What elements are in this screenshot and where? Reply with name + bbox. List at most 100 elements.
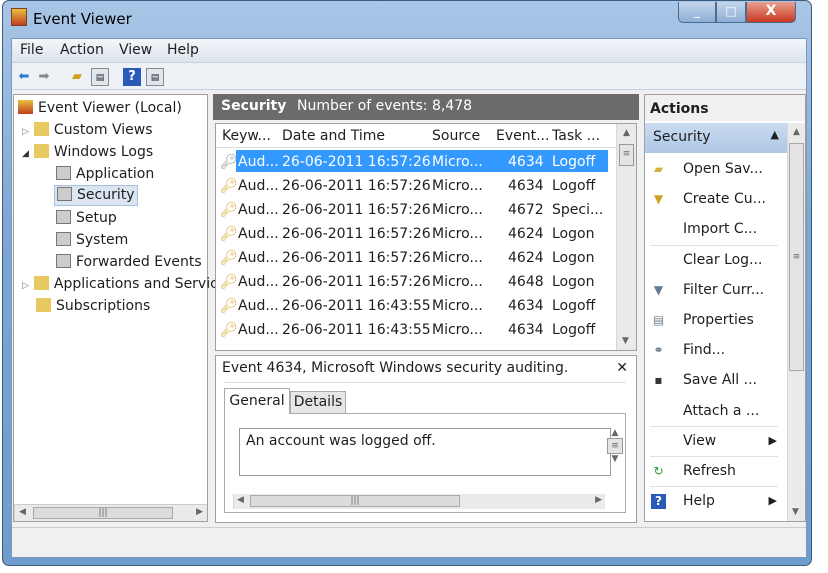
maximize-button[interactable]: □	[716, 2, 746, 23]
minimize-button[interactable]: _	[678, 2, 716, 23]
scroll-thumb[interactable]: ≡	[619, 144, 634, 166]
table-row[interactable]: 🔑︎ Aud... 26-06-2011 16:57:26 Micro... 46…	[216, 222, 606, 246]
tab-details[interactable]: Details	[290, 391, 346, 414]
close-detail-icon[interactable]: ✕	[616, 360, 628, 376]
key-icon: 🔑︎	[220, 274, 238, 290]
menu-help[interactable]: Help	[167, 42, 199, 58]
cell-event-id: 4624	[508, 226, 544, 242]
actions-scrollbar[interactable]: ▲ ≡ ▼	[787, 123, 805, 521]
folder-icon	[36, 298, 51, 312]
forward-arrow-icon[interactable]: ➡	[35, 68, 53, 86]
status-bar	[12, 527, 806, 557]
scroll-thumb[interactable]: |||	[250, 495, 460, 507]
general-tab-content: An account was logged off. ◀ ||| ▶ ▲ ≡ ▼	[224, 413, 626, 513]
action-create-cu[interactable]: ▼ Create Cu...	[645, 184, 785, 214]
table-row[interactable]: 🔑︎ Aud... 26-06-2011 16:57:26 Micro... 46…	[216, 174, 606, 198]
back-arrow-icon[interactable]: ⬅	[15, 68, 33, 86]
action-import-c[interactable]: Import C...	[645, 214, 785, 244]
table-row[interactable]: 🔑︎ Aud... 26-06-2011 16:57:26 Micro... 46…	[216, 150, 608, 174]
collapse-arrow-icon[interactable]: ◢	[22, 149, 29, 159]
close-button[interactable]: X	[746, 2, 796, 23]
tree-item-application[interactable]: Application	[56, 163, 154, 185]
filter-icon: ▼	[653, 282, 664, 297]
description-text: An account was logged off.	[246, 433, 436, 449]
action-attach-a[interactable]: Attach a ...	[645, 396, 785, 426]
detail-vertical-scrollbar[interactable]: ▲ ≡ ▼	[607, 428, 623, 476]
cell-date: 26-06-2011 16:43:55	[282, 322, 431, 338]
table-row[interactable]: 🔑︎ Aud... 26-06-2011 16:43:55 Micro... 46…	[216, 318, 606, 342]
cell-keyword: Aud...	[238, 202, 279, 218]
table-header: Keyw... Date and Time Source Event... Ta…	[216, 124, 616, 148]
event-count: Number of events: 8,478	[297, 98, 473, 114]
action-label: Import C...	[683, 221, 758, 238]
events-table: Keyw... Date and Time Source Event... Ta…	[215, 123, 637, 351]
cell-date: 26-06-2011 16:57:26	[282, 178, 431, 194]
tree-item-applications-services[interactable]: ▷ Applications and Servic	[22, 273, 218, 295]
help-icon[interactable]: ?	[123, 68, 141, 86]
tree-item-subscriptions[interactable]: Subscriptions	[36, 295, 150, 317]
cell-event-id: 4634	[508, 322, 544, 338]
action-properties[interactable]: ▤ Properties	[645, 305, 785, 335]
action-open-sav[interactable]: ▰ Open Sav...	[645, 154, 785, 184]
tree-item-setup[interactable]: Setup	[56, 207, 117, 229]
log-icon	[56, 166, 71, 180]
action-label: Help	[683, 493, 715, 510]
detail-horizontal-scrollbar[interactable]: ◀ ||| ▶	[233, 494, 605, 509]
key-icon: 🔑︎	[220, 226, 238, 242]
show-hide-action-pane-icon[interactable]: ▤	[146, 68, 164, 86]
tree-item-system[interactable]: System	[56, 229, 128, 251]
cell-source: Micro...	[432, 274, 483, 290]
table-row[interactable]: 🔑︎ Aud... 26-06-2011 16:57:26 Micro... 46…	[216, 198, 606, 222]
table-row[interactable]: 🔑︎ Aud... 26-06-2011 16:43:55 Micro... 46…	[216, 294, 606, 318]
action-clear-log[interactable]: Clear Log...	[645, 245, 785, 275]
action-refresh[interactable]: ↻ Refresh	[645, 456, 785, 486]
expand-arrow-icon[interactable]: ▷	[22, 281, 29, 291]
tree-root[interactable]: Event Viewer (Local)	[18, 97, 182, 119]
action-help[interactable]: ? Help ▶	[645, 486, 785, 516]
column-task-category[interactable]: Task ...	[552, 124, 600, 148]
tree-item-forwarded-events[interactable]: Forwarded Events	[56, 251, 202, 273]
column-source[interactable]: Source	[432, 124, 480, 148]
tab-general[interactable]: General	[224, 388, 290, 414]
action-view[interactable]: View ▶	[645, 426, 785, 456]
tree-item-security[interactable]: Security	[54, 185, 138, 206]
table-row[interactable]: 🔑︎ Aud... 26-06-2011 16:57:26 Micro... 46…	[216, 246, 606, 270]
tree-label: Application	[76, 166, 155, 182]
event-detail-pane: Event 4634, Microsoft Windows security a…	[215, 355, 637, 523]
folder-icon	[33, 276, 49, 290]
key-icon: 🔑︎	[220, 178, 238, 194]
show-hide-tree-icon[interactable]: ▤	[91, 68, 109, 86]
menu-action[interactable]: Action	[60, 42, 104, 58]
cell-keyword: Aud...	[238, 322, 279, 338]
scroll-thumb[interactable]: ≡	[789, 143, 804, 371]
cell-task: Logoff	[552, 322, 596, 338]
actions-section-security[interactable]: Security ▲	[645, 123, 787, 153]
action-save-all[interactable]: ▪ Save All ...	[645, 365, 785, 395]
vertical-scrollbar[interactable]: ▲ ≡ ▼	[616, 124, 636, 350]
column-event-id[interactable]: Event...	[496, 124, 549, 148]
collapse-triangle-icon[interactable]: ▲	[771, 128, 779, 141]
window-frame: Event Viewer _ □ X File Action View Help…	[2, 0, 812, 566]
scroll-thumb[interactable]: |||	[33, 507, 173, 519]
up-folder-icon[interactable]: ▰	[68, 68, 86, 86]
cell-date: 26-06-2011 16:57:26	[282, 274, 431, 290]
tree-item-custom-views[interactable]: ▷ Custom Views	[22, 119, 153, 141]
binoculars-icon: ⚭	[653, 343, 664, 358]
menu-file[interactable]: File	[20, 42, 43, 58]
event-description: An account was logged off.	[239, 428, 611, 476]
action-filter-curr[interactable]: ▼ Filter Curr...	[645, 275, 785, 305]
cell-date: 26-06-2011 16:57:26	[282, 154, 431, 170]
column-keywords[interactable]: Keyw...	[222, 124, 271, 148]
tree-item-windows-logs[interactable]: ◢ Windows Logs	[22, 141, 153, 163]
event-detail-title: Event 4634, Microsoft Windows security a…	[222, 360, 569, 376]
action-label: Save All ...	[683, 372, 757, 389]
menu-bar: File Action View Help	[12, 39, 806, 63]
menu-view[interactable]: View	[119, 42, 152, 58]
expand-arrow-icon[interactable]: ▷	[22, 127, 29, 137]
action-label: Find...	[683, 342, 726, 359]
cell-source: Micro...	[432, 178, 483, 194]
column-date-time[interactable]: Date and Time	[282, 124, 385, 148]
horizontal-scrollbar[interactable]: ◀ ||| ▶	[14, 504, 207, 521]
action-find[interactable]: ⚭ Find...	[645, 335, 785, 365]
table-row[interactable]: 🔑︎ Aud... 26-06-2011 16:57:26 Micro... 46…	[216, 270, 606, 294]
